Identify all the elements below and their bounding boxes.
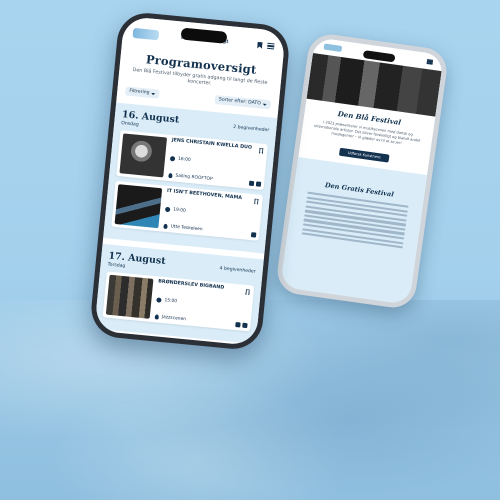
sort-label: Sorter efter: DATO <box>218 97 261 107</box>
accessibility-icon <box>248 181 255 187</box>
header-icons <box>257 41 275 50</box>
location-pin-icon <box>154 314 160 321</box>
day-section: 17. August 4 begivenheder Torsdag BRØNDE… <box>94 244 264 345</box>
front-phone: ProgramOversigt Programoversigt Den Blå … <box>88 10 292 352</box>
event-time-row: 19:00 <box>164 207 258 221</box>
food-icon <box>250 232 257 238</box>
clock-icon <box>164 207 171 213</box>
front-phone-screen: ProgramOversigt Programoversigt Den Blå … <box>94 15 286 347</box>
event-time: 15:00 <box>164 298 178 305</box>
event-card[interactable]: IT ISN'T BEETHOVEN, MAMA 19:00 Utte Tesk… <box>111 181 263 242</box>
menu-icon[interactable] <box>267 42 275 50</box>
free-festival-section: Den Gratis Festival <box>280 157 428 305</box>
back-phone: Den Blå Festival I 2023 præsenterer vi m… <box>274 31 450 311</box>
food-icon <box>255 181 262 188</box>
event-venue: Sailing ROOFTOP <box>175 173 213 183</box>
event-name: JENS CHRISTAIN KWELLA DUO <box>171 138 253 152</box>
event-venue: Utte Teskeleen <box>170 224 203 233</box>
location-pin-icon <box>163 224 168 230</box>
food-icon <box>242 323 248 329</box>
filter-label: Filtrering <box>129 89 150 97</box>
chevron-down-icon <box>262 103 267 106</box>
accessibility-icon <box>235 322 241 328</box>
event-image <box>105 275 154 320</box>
sort-dropdown[interactable]: Sorter efter: DATO <box>214 95 272 110</box>
event-venue-row: Utte Teskeleen <box>163 224 257 238</box>
festival-logo-icon[interactable] <box>323 43 343 52</box>
event-venue-row: Jazzscenen <box>154 314 248 329</box>
event-name: BRØNDERSLEV BIGBAND <box>157 279 225 292</box>
event-image <box>114 184 163 229</box>
free-festival-text <box>296 191 415 250</box>
scene: Den Blå Festival I 2023 præsenterer vi m… <box>0 0 500 500</box>
location-pin-icon <box>168 173 173 179</box>
event-time: 19:00 <box>172 207 186 215</box>
back-phone-screen: Den Blå Festival I 2023 præsenterer vi m… <box>280 37 444 305</box>
explore-artists-button[interactable]: Udforsk Kunstnere <box>339 147 390 163</box>
filter-dropdown[interactable]: Filtrering <box>124 86 160 100</box>
event-time-row: 16:00 <box>169 156 263 170</box>
bookmark-icon[interactable] <box>257 41 263 48</box>
day-section: 16. August 2 begivenheder Onsdag JENS CH… <box>103 102 278 254</box>
event-name: IT ISN'T BEETHOVEN, MAMA <box>166 189 243 202</box>
event-card[interactable]: JENS CHRISTAIN KWELLA DUO 16:00 Sailing … <box>116 130 268 191</box>
clock-icon <box>169 156 176 162</box>
event-venue-row: Sailing ROOFTOP <box>168 173 262 188</box>
event-time-row: 15:00 <box>156 297 249 312</box>
festival-logo-icon[interactable] <box>132 27 160 41</box>
event-card[interactable]: BRØNDERSLEV BIGBAND 15:00 Jazzscenen <box>102 271 255 332</box>
event-time: 16:00 <box>177 157 191 164</box>
event-venue: Jazzscenen <box>161 315 187 323</box>
clock-icon <box>156 297 162 304</box>
event-image <box>119 133 168 178</box>
chevron-down-icon <box>151 92 156 96</box>
menu-icon[interactable] <box>426 58 434 65</box>
